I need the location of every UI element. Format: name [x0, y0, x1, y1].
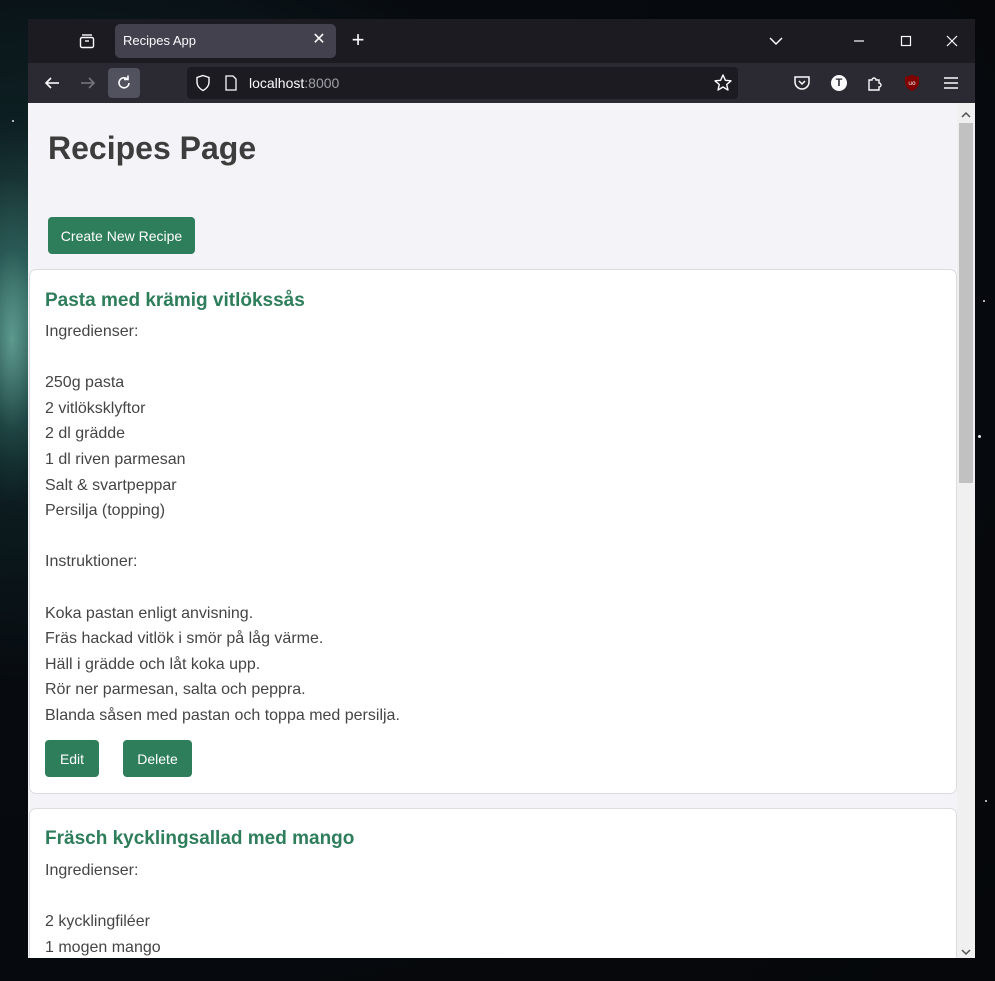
- recipe-card: Pasta med krämig vitlökssås Ingredienser…: [29, 269, 957, 794]
- scrollbar-thumb[interactable]: [959, 123, 973, 483]
- bookmark-star-icon[interactable]: [713, 73, 733, 98]
- extensions-puzzle-icon[interactable]: [864, 72, 886, 94]
- scroll-up-arrow-icon[interactable]: [961, 107, 971, 118]
- url-bar[interactable]: localhost:8000: [187, 67, 738, 99]
- wallpaper-star: [985, 800, 987, 802]
- url-text: localhost:8000: [249, 75, 339, 91]
- maximize-icon[interactable]: [895, 31, 917, 51]
- firefox-view-icon[interactable]: [76, 30, 98, 52]
- account-avatar-icon[interactable]: T: [828, 72, 850, 94]
- tracking-shield-icon[interactable]: [195, 74, 211, 97]
- active-tab[interactable]: Recipes App ✕: [115, 24, 336, 58]
- close-window-icon[interactable]: [941, 31, 963, 51]
- recipe-title: Fräsch kycklingsallad med mango: [45, 828, 355, 849]
- list-all-tabs-chevron-icon[interactable]: [765, 31, 787, 51]
- pocket-icon[interactable]: [791, 72, 813, 94]
- browser-window: Recipes App ✕ + localhost:8000 T uo Reci…: [28, 19, 975, 958]
- url-host: localhost: [249, 75, 305, 91]
- back-arrow-icon[interactable]: [36, 68, 68, 98]
- wallpaper-star: [12, 120, 14, 122]
- page-title: Recipes Page: [48, 130, 257, 166]
- forward-arrow-icon[interactable]: [72, 68, 104, 98]
- page-scrollbar[interactable]: [957, 103, 975, 958]
- edit-button[interactable]: Edit: [45, 740, 99, 777]
- page-content: Recipes Page Create New Recipe Pasta med…: [28, 103, 957, 958]
- navigation-toolbar: localhost:8000 T uo: [28, 63, 975, 103]
- tab-title: Recipes App: [123, 33, 196, 48]
- page-info-icon[interactable]: [224, 75, 238, 96]
- ublock-label: uo: [908, 80, 916, 87]
- url-port: :8000: [304, 75, 340, 91]
- delete-button[interactable]: Delete: [123, 740, 192, 777]
- new-tab-icon[interactable]: +: [347, 29, 369, 52]
- wallpaper-star: [978, 435, 981, 438]
- reload-icon[interactable]: [108, 68, 140, 98]
- hamburger-menu-icon[interactable]: [940, 72, 962, 94]
- tab-close-icon[interactable]: ✕: [310, 31, 328, 49]
- recipe-body: Ingredienser: 2 kycklingfiléer 1 mogen m…: [45, 862, 161, 956]
- ublock-origin-icon[interactable]: uo: [901, 72, 923, 94]
- tab-bar: Recipes App ✕ +: [28, 19, 975, 63]
- recipe-card: Fräsch kycklingsallad med mango Ingredie…: [29, 808, 957, 958]
- recipe-title: Pasta med krämig vitlökssås: [45, 290, 305, 311]
- wallpaper-star: [983, 300, 985, 302]
- recipe-body: Ingredienser: 250g pasta 2 vitlöksklyfto…: [45, 323, 400, 724]
- create-new-recipe-button[interactable]: Create New Recipe: [48, 217, 195, 254]
- minimize-icon[interactable]: [848, 31, 870, 51]
- avatar-letter: T: [831, 75, 847, 91]
- scroll-down-arrow-icon[interactable]: [961, 944, 971, 956]
